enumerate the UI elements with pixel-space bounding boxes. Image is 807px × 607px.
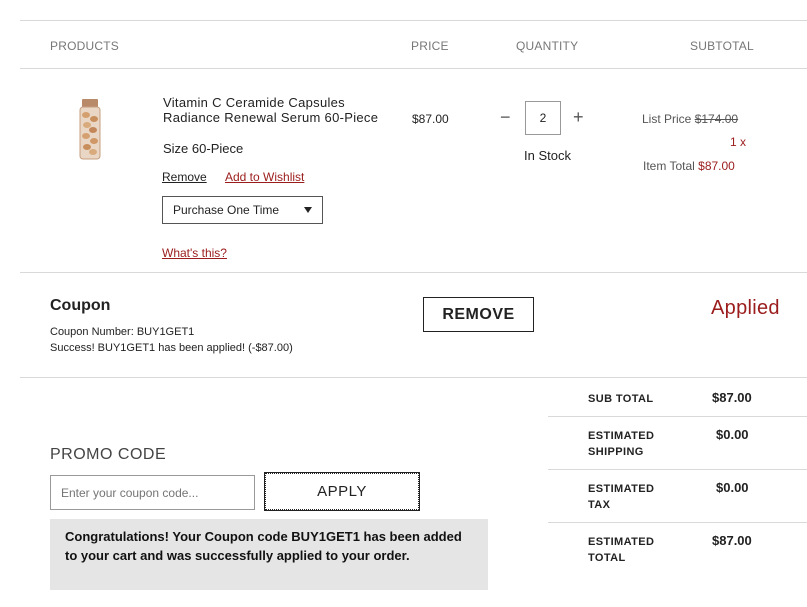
decrease-quantity-button[interactable]: −: [500, 107, 511, 128]
product-image[interactable]: [73, 99, 107, 161]
coupon-heading: Coupon: [50, 297, 111, 314]
product-name[interactable]: Vitamin C Ceramide Capsules Radiance Ren…: [163, 95, 383, 125]
shipping-label-line-2: SHIPPING: [588, 446, 644, 458]
list-price-value: $174.00: [694, 112, 739, 126]
coupon-number: Coupon Number: BUY1GET1: [50, 326, 195, 338]
divider-header: [20, 68, 807, 69]
quantity-input[interactable]: 2: [525, 101, 561, 135]
remove-coupon-button[interactable]: REMOVE: [423, 297, 534, 332]
item-price: $87.00: [412, 112, 449, 126]
total-value: $87.00: [712, 533, 752, 548]
summary-divider-1: [548, 416, 807, 417]
promo-code-heading: PROMO CODE: [50, 446, 167, 463]
coupon-success-message: Success! BUY1GET1 has been applied! (-$8…: [50, 342, 293, 354]
remove-item-link[interactable]: Remove: [162, 170, 207, 184]
promo-success-notice: Congratulations! Your Coupon code BUY1GE…: [50, 519, 488, 590]
summary-divider-2: [548, 469, 807, 470]
total-label: ESTIMATED TOTAL: [588, 534, 688, 566]
column-header-price: PRICE: [411, 39, 449, 53]
purchase-option-select[interactable]: Purchase One Time: [162, 196, 323, 224]
dropdown-arrow-icon: [304, 207, 312, 213]
coupon-status: Applied: [711, 297, 780, 319]
stock-status: In Stock: [524, 148, 571, 163]
purchase-option-value: Purchase One Time: [173, 203, 280, 217]
add-to-wishlist-link[interactable]: Add to Wishlist: [225, 170, 304, 184]
tax-label-line-1: ESTIMATED: [588, 483, 655, 495]
shipping-label-line-1: ESTIMATED: [588, 430, 655, 442]
divider-item: [20, 272, 807, 273]
subtotal-label: SUB TOTAL: [588, 393, 654, 405]
summary-divider-3: [548, 522, 807, 523]
quantity-value: 2: [539, 111, 547, 125]
list-price-label: List Price: [642, 112, 692, 126]
tax-label: ESTIMATED TAX: [588, 481, 688, 513]
subtotal-value: $87.00: [712, 390, 752, 405]
product-size: Size 60-Piece: [163, 141, 244, 156]
shipping-label: ESTIMATED SHIPPING: [588, 428, 688, 460]
total-label-line-2: TOTAL: [588, 552, 626, 564]
column-header-subtotal: SUBTOTAL: [690, 39, 754, 53]
list-price-row: List Price $174.00: [642, 112, 738, 126]
tax-value: $0.00: [716, 480, 749, 495]
promo-code-input[interactable]: [50, 475, 255, 510]
item-total-label: Item Total: [643, 159, 695, 173]
column-header-products: PRODUCTS: [50, 39, 119, 53]
divider-top: [20, 20, 807, 21]
divider-coupon: [20, 377, 807, 378]
quantity-multiplier: 1 x: [730, 135, 747, 149]
total-label-line-1: ESTIMATED: [588, 536, 655, 548]
item-total-value: $87.00: [698, 159, 735, 173]
apply-promo-button[interactable]: APPLY: [264, 472, 420, 511]
increase-quantity-button[interactable]: +: [573, 107, 584, 128]
column-header-quantity: QUANTITY: [516, 39, 579, 53]
tax-label-line-2: TAX: [588, 499, 611, 511]
item-total-row: Item Total $87.00: [643, 159, 735, 173]
shipping-value: $0.00: [716, 427, 749, 442]
whats-this-link[interactable]: What's this?: [162, 246, 227, 260]
